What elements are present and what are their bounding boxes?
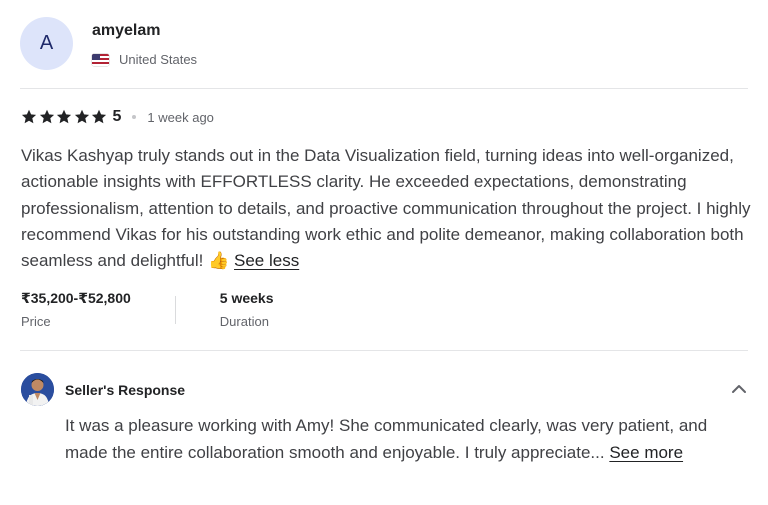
- seller-response-text: It was a pleasure working with Amy! She …: [65, 413, 725, 466]
- star-icon: [56, 109, 72, 125]
- seller-response-header[interactable]: Seller's Response: [21, 373, 749, 406]
- star-rating: [21, 109, 109, 125]
- thumbs-up-emoji: 👍: [208, 251, 230, 271]
- star-icon: [39, 109, 55, 125]
- divider: [20, 350, 748, 351]
- review-meta: ₹35,200-₹52,800 Price 5 weeks Duration: [21, 289, 274, 329]
- duration-value: 5 weeks: [219, 290, 274, 306]
- reviewer-country-row: United States: [92, 52, 197, 67]
- reviewer-country: United States: [119, 52, 198, 67]
- price-block: ₹35,200-₹52,800 Price: [21, 289, 131, 329]
- price-value: ₹35,200-₹52,800: [21, 290, 131, 306]
- avatar-initial: A: [39, 32, 54, 54]
- seller-avatar: [21, 373, 54, 406]
- reviewer-username[interactable]: amyelam: [92, 21, 197, 40]
- chevron-up-icon[interactable]: [729, 379, 749, 399]
- price-label: Price: [21, 314, 51, 329]
- duration-block: 5 weeks Duration: [220, 289, 274, 329]
- reviewer-info: amyelam United States: [92, 21, 197, 67]
- reviewer-avatar[interactable]: A: [20, 17, 73, 70]
- seller-response-title: Seller's Response: [65, 381, 186, 398]
- rating-row: 5 1 week ago: [21, 106, 214, 128]
- us-flag-icon: [92, 53, 109, 66]
- meta-separator: [174, 296, 176, 324]
- separator-dot: [132, 115, 137, 119]
- duration-label: Duration: [219, 314, 269, 329]
- reviewer-header: A amyelam United States: [20, 17, 197, 70]
- divider: [20, 88, 748, 89]
- see-more-link[interactable]: See more: [609, 443, 683, 462]
- review-text: Vikas Kashyap truly stands out in the Da…: [21, 143, 751, 274]
- review-card: A amyelam United States 5 1 week ago Vik…: [0, 0, 768, 505]
- star-icon: [74, 109, 90, 125]
- review-time-ago: 1 week ago: [147, 109, 214, 125]
- star-icon: [21, 109, 37, 125]
- rating-value: 5: [112, 108, 122, 125]
- see-less-link[interactable]: See less: [234, 251, 299, 270]
- review-body: Vikas Kashyap truly stands out in the Da…: [21, 146, 751, 271]
- star-icon: [91, 109, 107, 125]
